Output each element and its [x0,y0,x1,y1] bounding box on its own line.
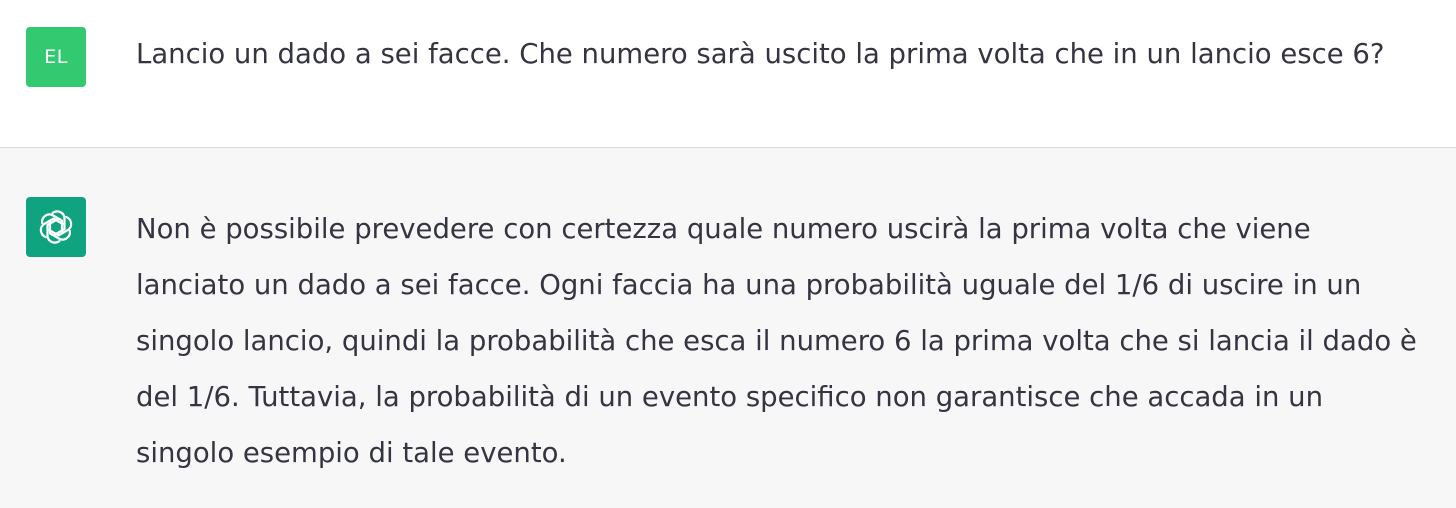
assistant-message-line: lanciato un dado a sei facce. Ogni facci… [136,269,1362,301]
assistant-avatar [26,197,86,257]
assistant-message-text: Non è possibile prevedere con certezza q… [136,201,1448,481]
user-message-row: EL Lancio un dado a sei facce. Che numer… [0,0,1456,148]
openai-logo-icon [39,210,73,244]
user-avatar: EL [26,27,86,87]
assistant-message-line: singolo lancio, quindi la probabilità ch… [136,325,1417,357]
assistant-message-row: Non è possibile prevedere con certezza q… [0,148,1456,508]
assistant-message-line: del 1/6. Tuttavia, la probabilità di un … [136,381,1324,413]
assistant-message-line: Non è possibile prevedere con certezza q… [136,213,1311,245]
chat-thread: EL Lancio un dado a sei facce. Che numer… [0,0,1456,508]
user-message-text: Lancio un dado a sei facce. Che numero s… [136,38,1385,70]
assistant-message-line: singolo esempio di tale evento. [136,437,567,469]
